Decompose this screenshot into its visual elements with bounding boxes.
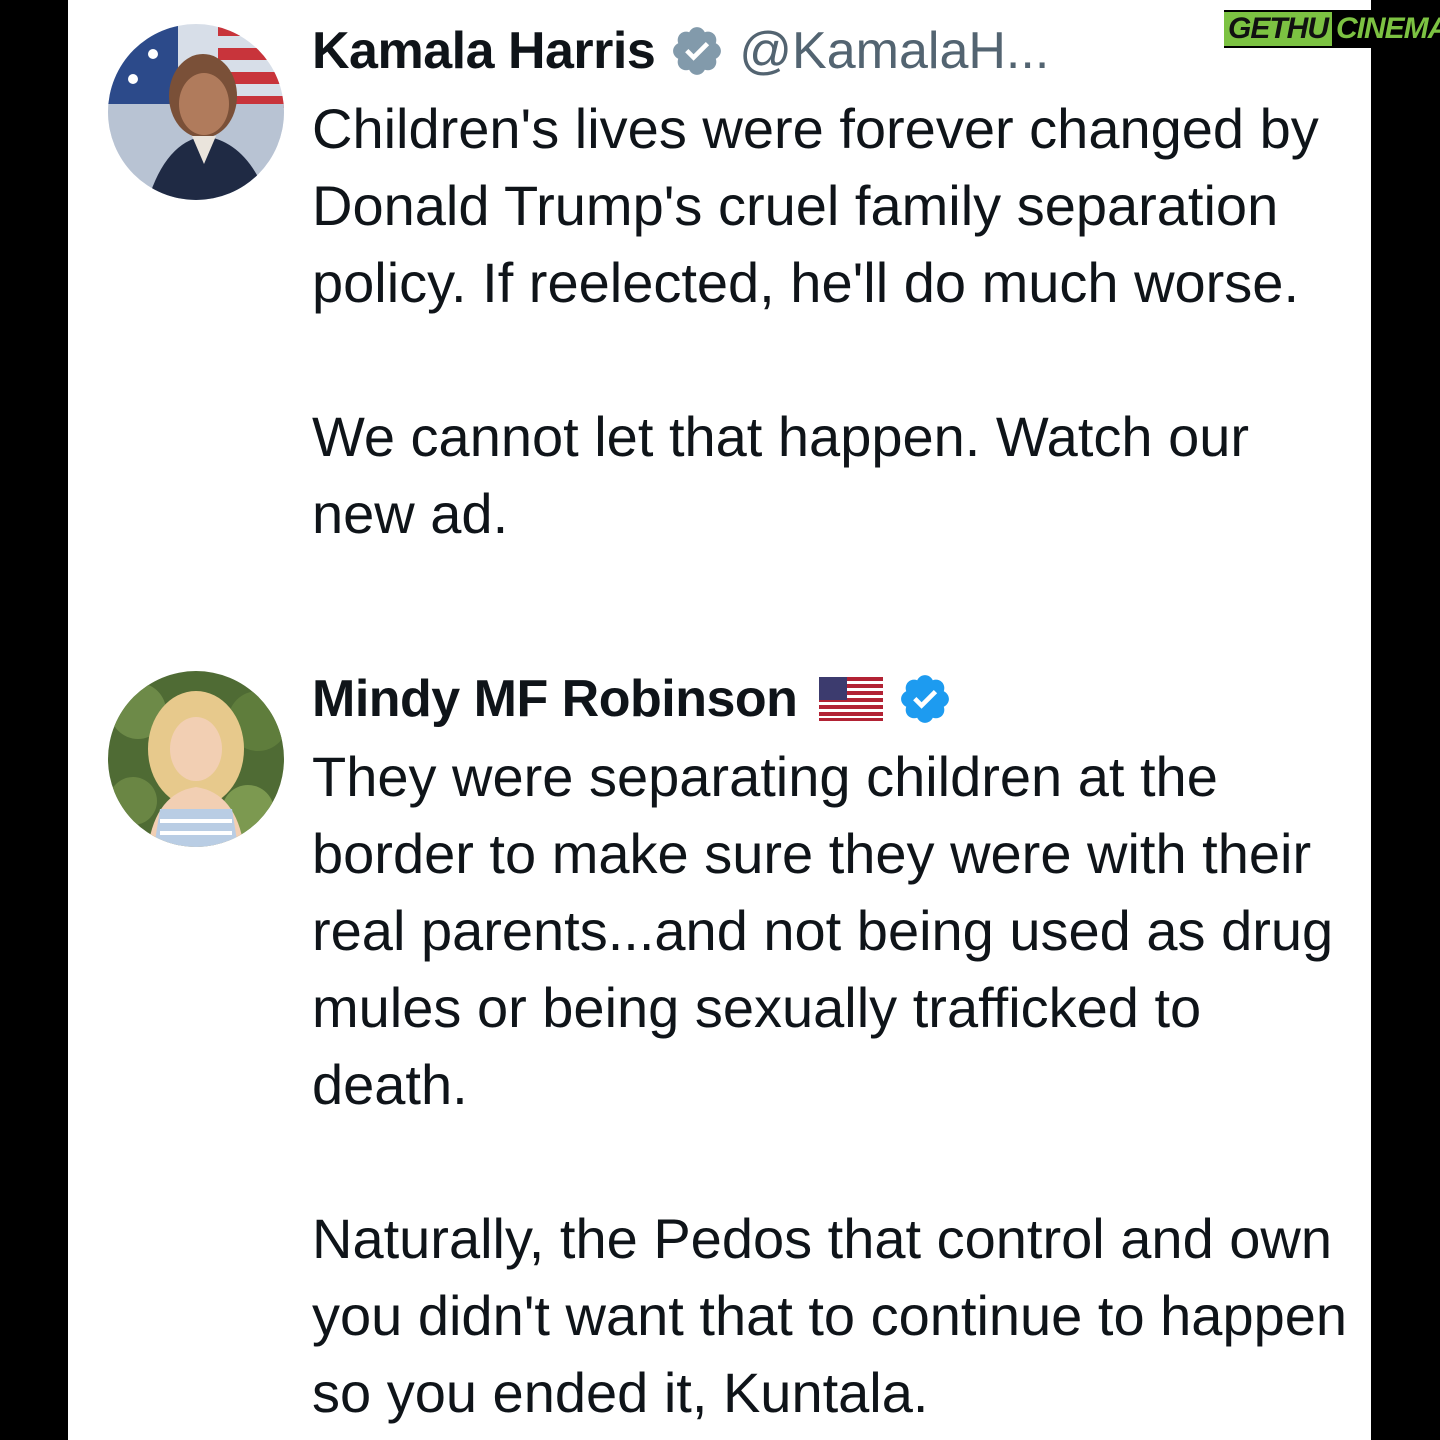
user-handle[interactable]: @KamalaH... xyxy=(739,21,1049,81)
watermark-part-2: CINEMA xyxy=(1336,12,1440,45)
tweet-header: Kamala Harris @KamalaH... xyxy=(312,16,1049,86)
avatar-photo xyxy=(108,24,284,200)
watermark-part-1: GETHU xyxy=(1224,12,1332,46)
screenshot-canvas: Kamala Harris @KamalaH... Children's liv… xyxy=(0,0,1440,1440)
display-name[interactable]: Kamala Harris xyxy=(312,21,656,81)
tweet-header: Mindy MF Robinson xyxy=(312,664,953,734)
display-name[interactable]: Mindy MF Robinson xyxy=(312,669,798,729)
tweet-paragraph: Children's lives were forever changed by… xyxy=(312,97,1319,314)
avatar-photo xyxy=(108,671,284,847)
blue-verified-badge-icon xyxy=(897,671,953,727)
us-flag-icon xyxy=(819,677,884,721)
avatar[interactable] xyxy=(108,671,284,847)
tweet-paragraph: Naturally, the Pedos that control and ow… xyxy=(312,1207,1348,1424)
tweet-thread-card: Kamala Harris @KamalaH... Children's liv… xyxy=(68,0,1371,1440)
channel-watermark: GETHU CINEMA xyxy=(1224,10,1440,48)
tweet-text: They were separating children at the bor… xyxy=(312,738,1352,1431)
avatar[interactable] xyxy=(108,24,284,200)
tweet-paragraph: They were separating children at the bor… xyxy=(312,745,1334,1116)
gray-verified-badge-icon xyxy=(669,23,725,79)
tweet-paragraph: We cannot let that happen. Watch our new… xyxy=(312,405,1250,545)
tweet-text: Children's lives were forever changed by… xyxy=(312,90,1352,552)
